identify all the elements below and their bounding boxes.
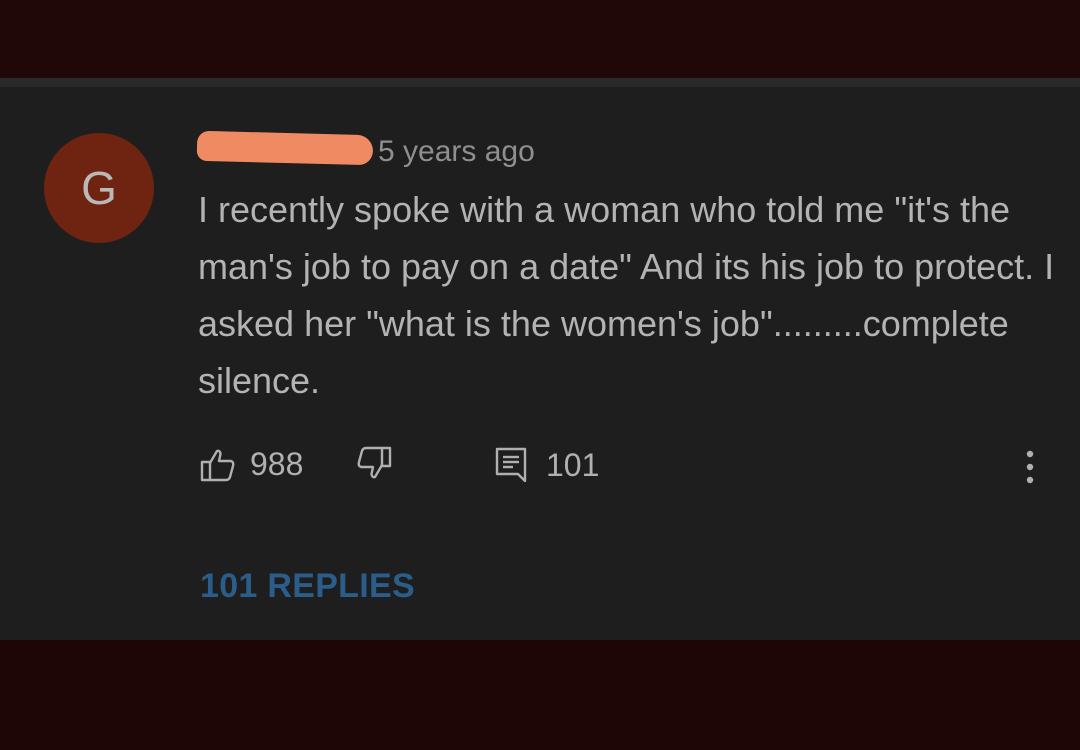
more-options-button[interactable]: [1018, 449, 1042, 485]
comment-text: I recently spoke with a woman who told m…: [198, 189, 1055, 401]
avatar-letter: G: [81, 162, 117, 214]
reply-count: 101: [546, 446, 600, 483]
top-background: [0, 0, 1080, 78]
view-replies-link[interactable]: 101 REPLIES: [200, 567, 415, 606]
bottom-background: [0, 640, 1080, 750]
like-button[interactable]: 988: [200, 446, 303, 483]
more-vert-icon: [1018, 450, 1042, 489]
like-count: 988: [250, 446, 304, 482]
comment-card: G 5 years ago I recently spoke with a wo…: [0, 87, 1080, 640]
thumbs-up-icon: [200, 448, 236, 482]
avatar[interactable]: G: [44, 133, 154, 243]
divider: [0, 78, 1080, 87]
thumbs-down-icon: [356, 446, 392, 480]
comment-timestamp[interactable]: 5 years ago: [378, 135, 535, 169]
comment-icon: [494, 446, 528, 484]
dislike-button[interactable]: [356, 446, 392, 480]
reply-button[interactable]: 101: [494, 446, 599, 484]
redacted-username: [196, 130, 374, 166]
